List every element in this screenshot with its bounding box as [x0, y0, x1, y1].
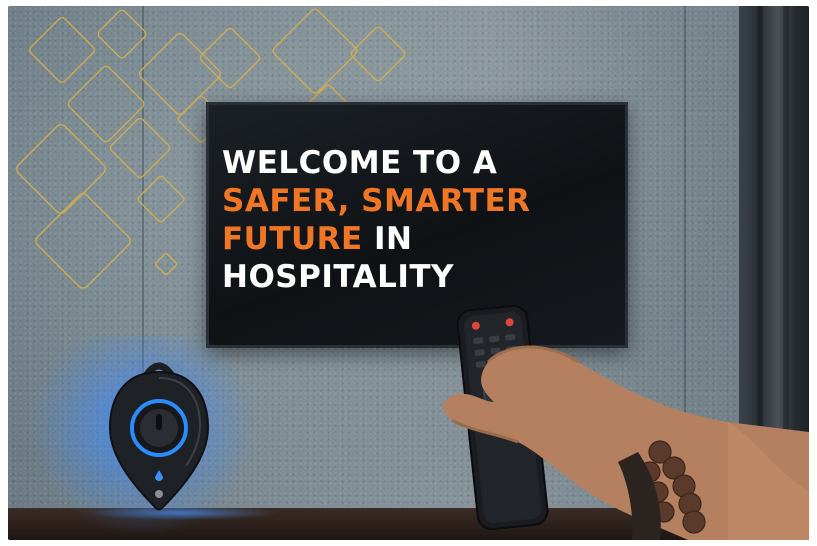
headline-line-3: FUTURE IN: [222, 220, 531, 258]
headline-line-2: SAFER, SMARTER: [222, 183, 531, 219]
headline-accent-word: FUTURE: [222, 221, 363, 257]
beacon-device-icon: [108, 362, 210, 511]
headline: WELCOME TO A SAFER, SMARTER FUTURE IN HO…: [222, 144, 531, 296]
headline-line-4: HOSPITALITY: [222, 259, 454, 295]
remote-control-icon: [443, 304, 809, 540]
headline-line-3-rest: IN: [362, 221, 413, 257]
hero-image: WELCOME TO A SAFER, SMARTER FUTURE IN HO…: [8, 6, 809, 540]
headline-line-1: WELCOME TO A: [222, 145, 498, 181]
